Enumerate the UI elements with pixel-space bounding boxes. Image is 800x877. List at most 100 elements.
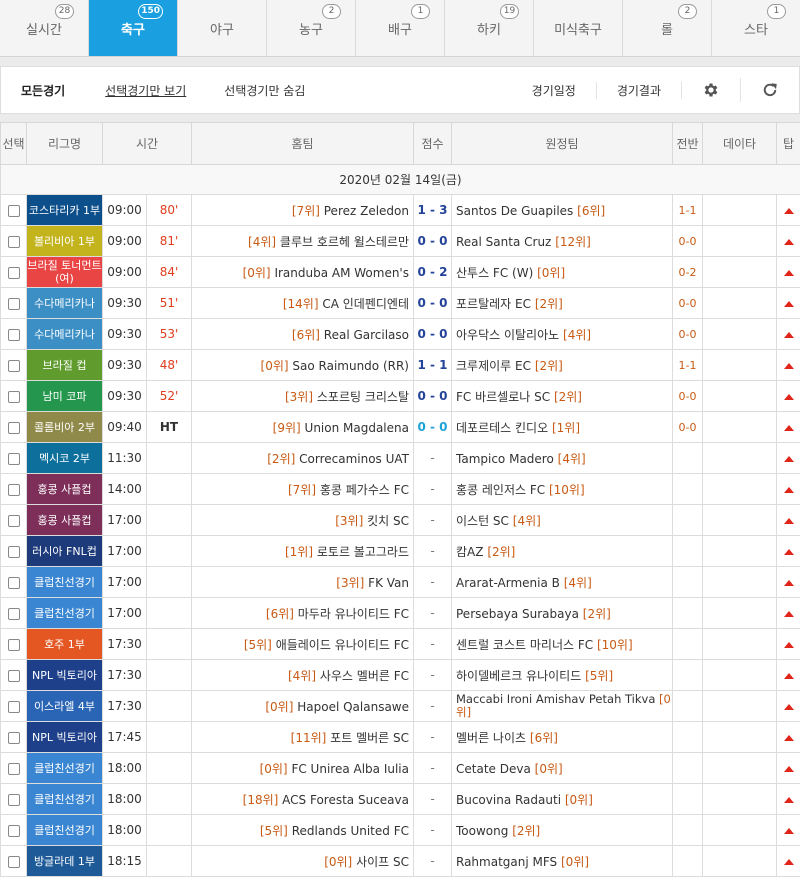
tip-up-icon[interactable] bbox=[784, 704, 794, 710]
tip-up-icon[interactable] bbox=[784, 828, 794, 834]
tip-up-icon[interactable] bbox=[784, 735, 794, 741]
home-team-name[interactable]: 애들레이드 유나이티드 FC bbox=[276, 638, 409, 652]
away-team-name[interactable]: 캄AZ bbox=[456, 545, 483, 559]
league-badge[interactable]: 클럽친선경기 bbox=[27, 567, 103, 598]
league-badge[interactable]: 클럽친선경기 bbox=[27, 815, 103, 846]
select-checkbox[interactable] bbox=[8, 577, 20, 589]
tip-up-icon[interactable] bbox=[784, 580, 794, 586]
select-checkbox[interactable] bbox=[8, 608, 20, 620]
tip-up-icon[interactable] bbox=[784, 673, 794, 679]
league-badge[interactable]: 볼리비아 1부 bbox=[27, 226, 103, 257]
home-team-name[interactable]: 로토르 볼고그라드 bbox=[317, 545, 409, 559]
home-team-name[interactable]: 홍콩 페가수스 FC bbox=[320, 483, 409, 497]
tip-up-icon[interactable] bbox=[784, 363, 794, 369]
league-badge[interactable]: 클럽친선경기 bbox=[27, 753, 103, 784]
tip-up-icon[interactable] bbox=[784, 549, 794, 555]
league-badge[interactable]: 이스라엘 4부 bbox=[27, 691, 103, 722]
schedule-link[interactable]: 경기일정 bbox=[512, 82, 597, 99]
results-link[interactable]: 경기결과 bbox=[597, 82, 682, 99]
league-badge[interactable]: NPL 빅토리아 bbox=[27, 722, 103, 753]
home-team-name[interactable]: Hapoel Qalansawe bbox=[297, 700, 409, 714]
tip-up-icon[interactable] bbox=[784, 487, 794, 493]
home-team-name[interactable]: Union Magdalena bbox=[305, 421, 409, 435]
hide-selected-filter[interactable]: 선택경기만 숨김 bbox=[224, 82, 305, 99]
select-checkbox[interactable] bbox=[8, 267, 20, 279]
tip-up-icon[interactable] bbox=[784, 797, 794, 803]
home-team-name[interactable]: 스포르팅 크리스탈 bbox=[317, 390, 409, 404]
away-team-name[interactable]: 산투스 FC (W) bbox=[456, 266, 533, 280]
gear-icon[interactable] bbox=[682, 78, 741, 102]
away-team-name[interactable]: 데포르테스 킨디오 bbox=[456, 421, 548, 435]
away-team-name[interactable]: Ararat-Armenia B bbox=[456, 576, 560, 590]
select-checkbox[interactable] bbox=[8, 329, 20, 341]
home-team-name[interactable]: FK Van bbox=[368, 576, 409, 590]
select-checkbox[interactable] bbox=[8, 546, 20, 558]
tab-5[interactable]: 하키19 bbox=[445, 0, 534, 56]
home-team-name[interactable]: 마두라 유나이티드 FC bbox=[298, 607, 409, 621]
home-team-name[interactable]: 사우스 멜버른 FC bbox=[320, 669, 409, 683]
select-checkbox[interactable] bbox=[8, 701, 20, 713]
home-team-name[interactable]: 클루브 호르헤 윌스테르만 bbox=[280, 235, 409, 249]
league-badge[interactable]: 호주 1부 bbox=[27, 629, 103, 660]
tip-up-icon[interactable] bbox=[784, 208, 794, 214]
tip-up-icon[interactable] bbox=[784, 456, 794, 462]
league-badge[interactable]: 수다메리카나 bbox=[27, 288, 103, 319]
away-team-name[interactable]: Cetate Deva bbox=[456, 762, 531, 776]
home-team-name[interactable]: CA 인데펜디엔테 bbox=[322, 297, 409, 311]
tab-8[interactable]: 스타1 bbox=[712, 0, 800, 56]
away-team-name[interactable]: 크루제이루 EC bbox=[456, 359, 531, 373]
select-checkbox[interactable] bbox=[8, 236, 20, 248]
select-checkbox[interactable] bbox=[8, 391, 20, 403]
league-badge[interactable]: 클럽친선경기 bbox=[27, 598, 103, 629]
tab-1[interactable]: 축구150 bbox=[89, 0, 178, 56]
tab-0[interactable]: 실시간28 bbox=[0, 0, 89, 56]
select-checkbox[interactable] bbox=[8, 298, 20, 310]
away-team-name[interactable]: Santos De Guapiles bbox=[456, 204, 573, 218]
select-checkbox[interactable] bbox=[8, 732, 20, 744]
league-badge[interactable]: 홍콩 사플컵 bbox=[27, 505, 103, 536]
league-badge[interactable]: 홍콩 사플컵 bbox=[27, 474, 103, 505]
away-team-name[interactable]: FC 바르셀로나 SC bbox=[456, 390, 550, 404]
home-team-name[interactable]: 사이프 SC bbox=[356, 855, 409, 869]
select-checkbox[interactable] bbox=[8, 763, 20, 775]
tab-2[interactable]: 야구 bbox=[178, 0, 267, 56]
league-badge[interactable]: 멕시코 2부 bbox=[27, 443, 103, 474]
tip-up-icon[interactable] bbox=[784, 518, 794, 524]
select-checkbox[interactable] bbox=[8, 856, 20, 868]
league-badge[interactable]: 수다메리카나 bbox=[27, 319, 103, 350]
home-team-name[interactable]: Correcaminos UAT bbox=[299, 452, 409, 466]
home-team-name[interactable]: Redlands United FC bbox=[292, 824, 409, 838]
tip-up-icon[interactable] bbox=[784, 239, 794, 245]
home-team-name[interactable]: FC Unirea Alba Iulia bbox=[291, 762, 409, 776]
all-games-filter[interactable]: 모든경기 bbox=[21, 82, 65, 99]
tip-up-icon[interactable] bbox=[784, 394, 794, 400]
tab-6[interactable]: 미식축구 bbox=[534, 0, 623, 56]
show-selected-filter[interactable]: 선택경기만 보기 bbox=[105, 82, 186, 99]
away-team-name[interactable]: 하이델베르크 유나이티드 bbox=[456, 669, 581, 683]
league-badge[interactable]: 브라질 컵 bbox=[27, 350, 103, 381]
tip-up-icon[interactable] bbox=[784, 425, 794, 431]
league-badge[interactable]: 브라질 토너먼트(여) bbox=[27, 257, 103, 288]
home-team-name[interactable]: Sao Raimundo (RR) bbox=[292, 359, 409, 373]
home-team-name[interactable]: 킷치 SC bbox=[367, 514, 409, 528]
select-checkbox[interactable] bbox=[8, 825, 20, 837]
select-checkbox[interactable] bbox=[8, 360, 20, 372]
tab-3[interactable]: 농구2 bbox=[267, 0, 356, 56]
select-checkbox[interactable] bbox=[8, 205, 20, 217]
home-team-name[interactable]: 포트 멜버른 SC bbox=[330, 731, 409, 745]
select-checkbox[interactable] bbox=[8, 484, 20, 496]
away-team-name[interactable]: 포르탈레자 EC bbox=[456, 297, 531, 311]
refresh-icon[interactable] bbox=[741, 78, 799, 102]
away-team-name[interactable]: Real Santa Cruz bbox=[456, 235, 551, 249]
away-team-name[interactable]: Tampico Madero bbox=[456, 452, 554, 466]
home-team-name[interactable]: Iranduba AM Women's bbox=[274, 266, 409, 280]
tip-up-icon[interactable] bbox=[784, 642, 794, 648]
tip-up-icon[interactable] bbox=[784, 611, 794, 617]
tab-7[interactable]: 롤2 bbox=[623, 0, 712, 56]
select-checkbox[interactable] bbox=[8, 639, 20, 651]
away-team-name[interactable]: Rahmatganj MFS bbox=[456, 855, 557, 869]
league-badge[interactable]: 클럽친선경기 bbox=[27, 784, 103, 815]
league-badge[interactable]: 남미 코파 bbox=[27, 381, 103, 412]
away-team-name[interactable]: 멜버른 나이츠 bbox=[456, 731, 526, 745]
away-team-name[interactable]: 센트럴 코스트 마리너스 FC bbox=[456, 638, 593, 652]
